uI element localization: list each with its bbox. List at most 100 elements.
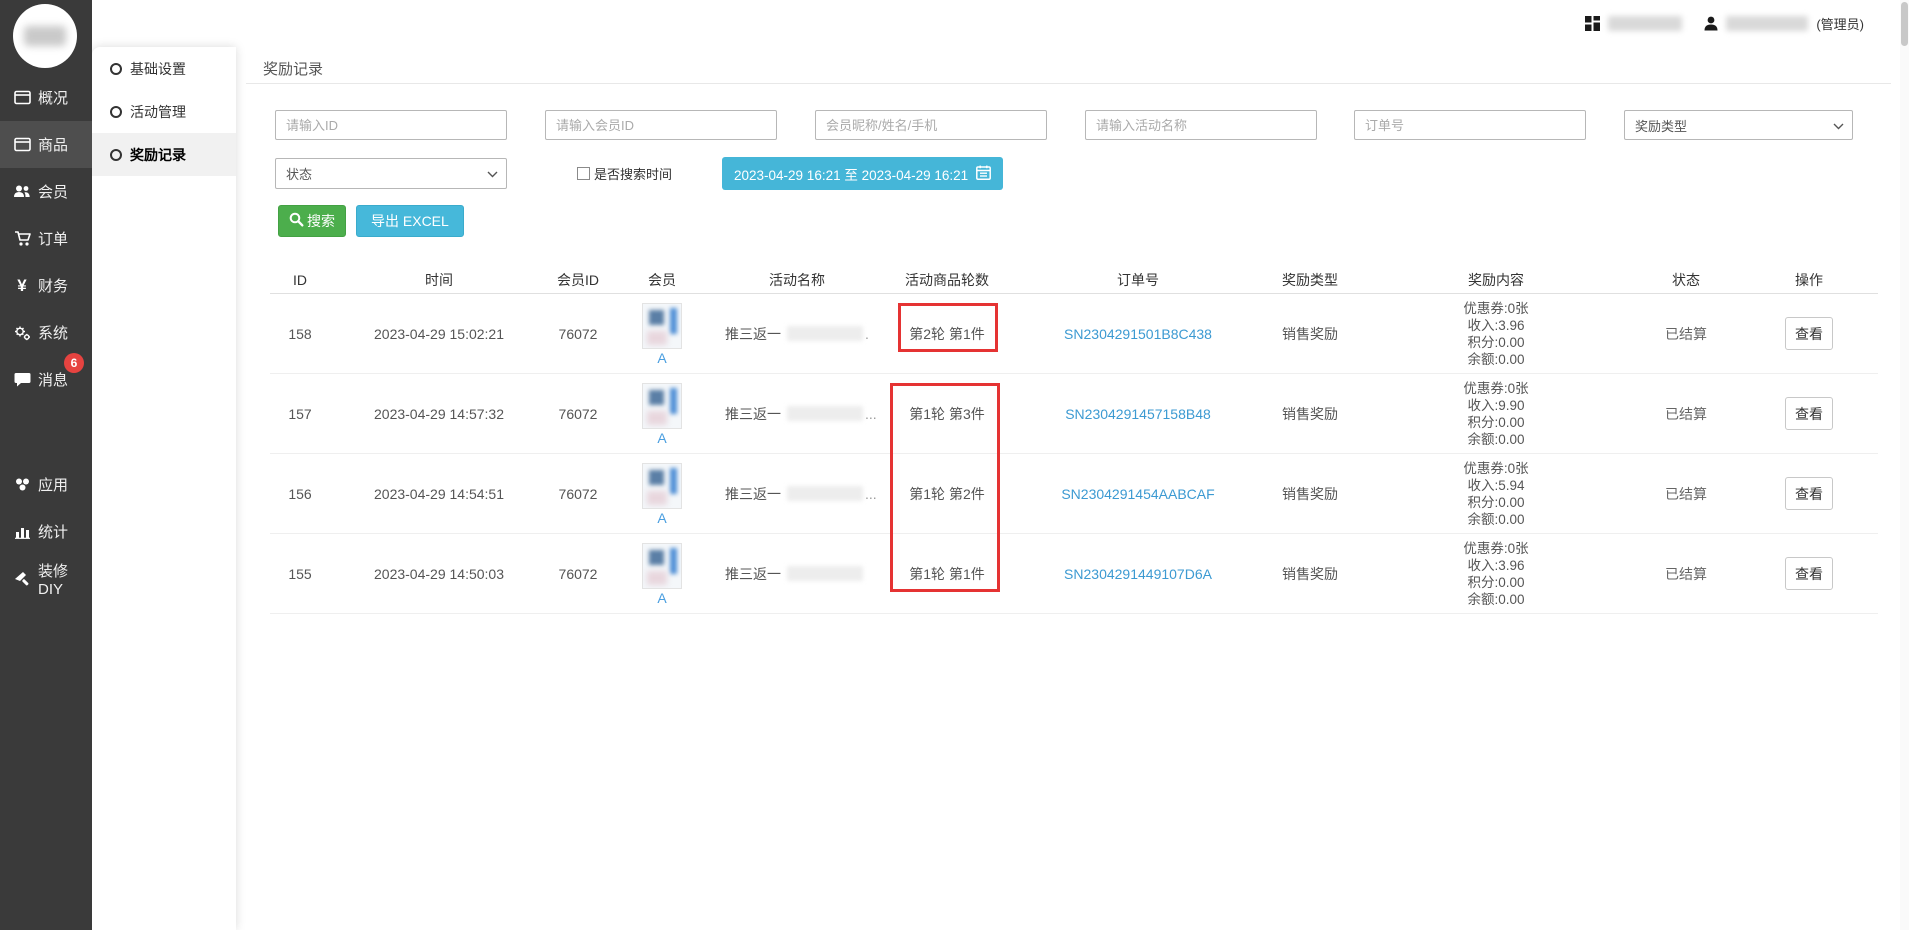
sidebar-item-members[interactable]: 会员 (0, 168, 92, 215)
scrollbar[interactable] (1900, 0, 1909, 930)
col-order-no: 订单号 (1016, 270, 1260, 290)
chevron-down-icon (487, 166, 498, 181)
sidebar-item-label: 系统 (38, 322, 68, 343)
top-bar: (管理员) (92, 0, 1909, 47)
col-time: 时间 (330, 270, 548, 290)
chat-bubble-icon (12, 371, 32, 389)
date-range-button[interactable]: 2023-04-29 16:21 至 2023-04-29 16:21 (722, 157, 1003, 190)
message-count-badge: 6 (64, 353, 84, 373)
sidebar-item-system[interactable]: 系统 (0, 309, 92, 356)
reward-type-select-value: 奖励类型 (1635, 116, 1687, 135)
order-no-link[interactable]: SN2304291457158B48 (1065, 406, 1211, 422)
member-name-link[interactable]: A (657, 511, 666, 525)
sidebar-item-overview[interactable]: 概况 (0, 74, 92, 121)
redacted-user-name (1726, 16, 1808, 31)
user-icon[interactable] (1704, 16, 1718, 31)
view-button[interactable]: 查看 (1785, 477, 1833, 510)
col-rounds: 活动商品轮数 (878, 270, 1016, 290)
bar-chart-icon (12, 523, 32, 541)
sidebar-item-label: 订单 (38, 228, 68, 249)
activity-name-input[interactable] (1085, 110, 1317, 140)
cell-time: 2023-04-29 15:02:21 (330, 294, 548, 373)
reward-line: 优惠券:0张 (1463, 380, 1528, 397)
sidebar-item-label: 统计 (38, 521, 68, 542)
calendar-icon (976, 165, 991, 183)
col-reward-type: 奖励类型 (1260, 270, 1360, 290)
submenu-item-activity-management[interactable]: 活动管理 (92, 90, 236, 133)
submenu-item-reward-records[interactable]: 奖励记录 (92, 133, 236, 176)
sidebar-item-products[interactable]: 商品 (0, 121, 92, 168)
date-range-text: 2023-04-29 16:21 至 2023-04-29 16:21 (734, 164, 968, 184)
export-excel-button[interactable]: 导出 EXCEL (356, 205, 464, 237)
member-name-link[interactable]: A (657, 431, 666, 445)
search-button[interactable]: 搜索 (278, 205, 346, 237)
sidebar-item-label: 财务 (38, 275, 68, 296)
cell-activity: 推三返一 (716, 534, 878, 613)
cell-status: 已结算 (1632, 454, 1740, 533)
cell-id: 157 (270, 374, 330, 453)
sidebar-item-label: 消息 (38, 369, 68, 390)
cell-rounds: 第1轮 第3件 (878, 374, 1016, 453)
reward-line: 优惠券:0张 (1463, 300, 1528, 317)
grid-icon[interactable] (1585, 16, 1600, 31)
sidebar-item-apps[interactable]: 应用 (0, 461, 92, 508)
reward-line: 余额:0.00 (1467, 591, 1524, 608)
cell-member: A (608, 454, 716, 533)
redacted-activity-text (787, 486, 863, 501)
sidebar-item-messages[interactable]: 消息 6 (0, 356, 92, 403)
app-root: 概况 商品 会员 订单 ¥ (0, 0, 1909, 930)
scrollbar-thumb[interactable] (1901, 2, 1908, 46)
member-avatar[interactable] (642, 383, 682, 429)
reward-type-select[interactable]: 奖励类型 (1624, 110, 1853, 140)
order-no-link[interactable]: SN2304291501B8C438 (1064, 326, 1212, 342)
reward-line: 余额:0.00 (1467, 431, 1524, 448)
status-select-value: 状态 (286, 164, 312, 183)
order-no-input[interactable] (1354, 110, 1586, 140)
reward-line: 余额:0.00 (1467, 351, 1524, 368)
status-select[interactable]: 状态 (275, 158, 507, 189)
cell-reward-type: 销售奖励 (1260, 454, 1360, 533)
member-avatar[interactable] (642, 463, 682, 509)
redacted-shop-name (1608, 16, 1682, 31)
reward-line: 收入:3.96 (1467, 317, 1524, 334)
cell-time: 2023-04-29 14:57:32 (330, 374, 548, 453)
sidebar-item-statistics[interactable]: 统计 (0, 508, 92, 555)
submenu-item-basic-settings[interactable]: 基础设置 (92, 47, 236, 90)
cell-member-id: 76072 (548, 534, 608, 613)
reward-records-table: ID 时间 会员ID 会员 活动名称 活动商品轮数 订单号 奖励类型 奖励内容 … (270, 266, 1878, 614)
search-time-checkbox[interactable] (577, 167, 590, 180)
cell-rounds: 第1轮 第2件 (878, 454, 1016, 533)
main-content: 奖励记录 奖励类型 状态 是否搜索时间 2023-04-29 16:21 至 2… (236, 0, 1909, 930)
cell-reward-content: 优惠券:0张 收入:3.96 积分:0.00 余额:0.00 (1360, 534, 1632, 613)
avatar[interactable] (13, 4, 77, 68)
member-info-input[interactable] (815, 110, 1047, 140)
member-id-input[interactable] (545, 110, 777, 140)
submenu-item-label: 奖励记录 (130, 145, 186, 165)
cell-status: 已结算 (1632, 374, 1740, 453)
cell-reward-content: 优惠券:0张 收入:3.96 积分:0.00 余额:0.00 (1360, 294, 1632, 373)
reward-line: 余额:0.00 (1467, 511, 1524, 528)
redacted-activity-text (787, 566, 863, 581)
circle-icon (110, 106, 122, 118)
sidebar-item-finance[interactable]: ¥ 财务 (0, 262, 92, 309)
search-time-checkbox-row: 是否搜索时间 (577, 160, 672, 186)
view-button[interactable]: 查看 (1785, 557, 1833, 590)
reward-line: 积分:0.00 (1467, 414, 1524, 431)
member-avatar[interactable] (642, 543, 682, 589)
divider (246, 83, 1891, 84)
activity-name: 推三返一 (725, 484, 781, 504)
sidebar-item-decoration-diy[interactable]: 装修DIY (0, 555, 92, 602)
member-avatar[interactable] (642, 303, 682, 349)
redacted-avatar-text (24, 26, 66, 46)
order-no-link[interactable]: SN2304291449107D6A (1064, 566, 1212, 582)
id-input[interactable] (275, 110, 507, 140)
view-button[interactable]: 查看 (1785, 317, 1833, 350)
view-button[interactable]: 查看 (1785, 397, 1833, 430)
redacted-activity-text (787, 406, 863, 421)
sidebar-item-orders[interactable]: 订单 (0, 215, 92, 262)
cell-id: 155 (270, 534, 330, 613)
member-name-link[interactable]: A (657, 591, 666, 605)
redacted-activity-text (787, 326, 863, 341)
member-name-link[interactable]: A (657, 351, 666, 365)
order-no-link[interactable]: SN2304291454AABCAF (1061, 486, 1214, 502)
